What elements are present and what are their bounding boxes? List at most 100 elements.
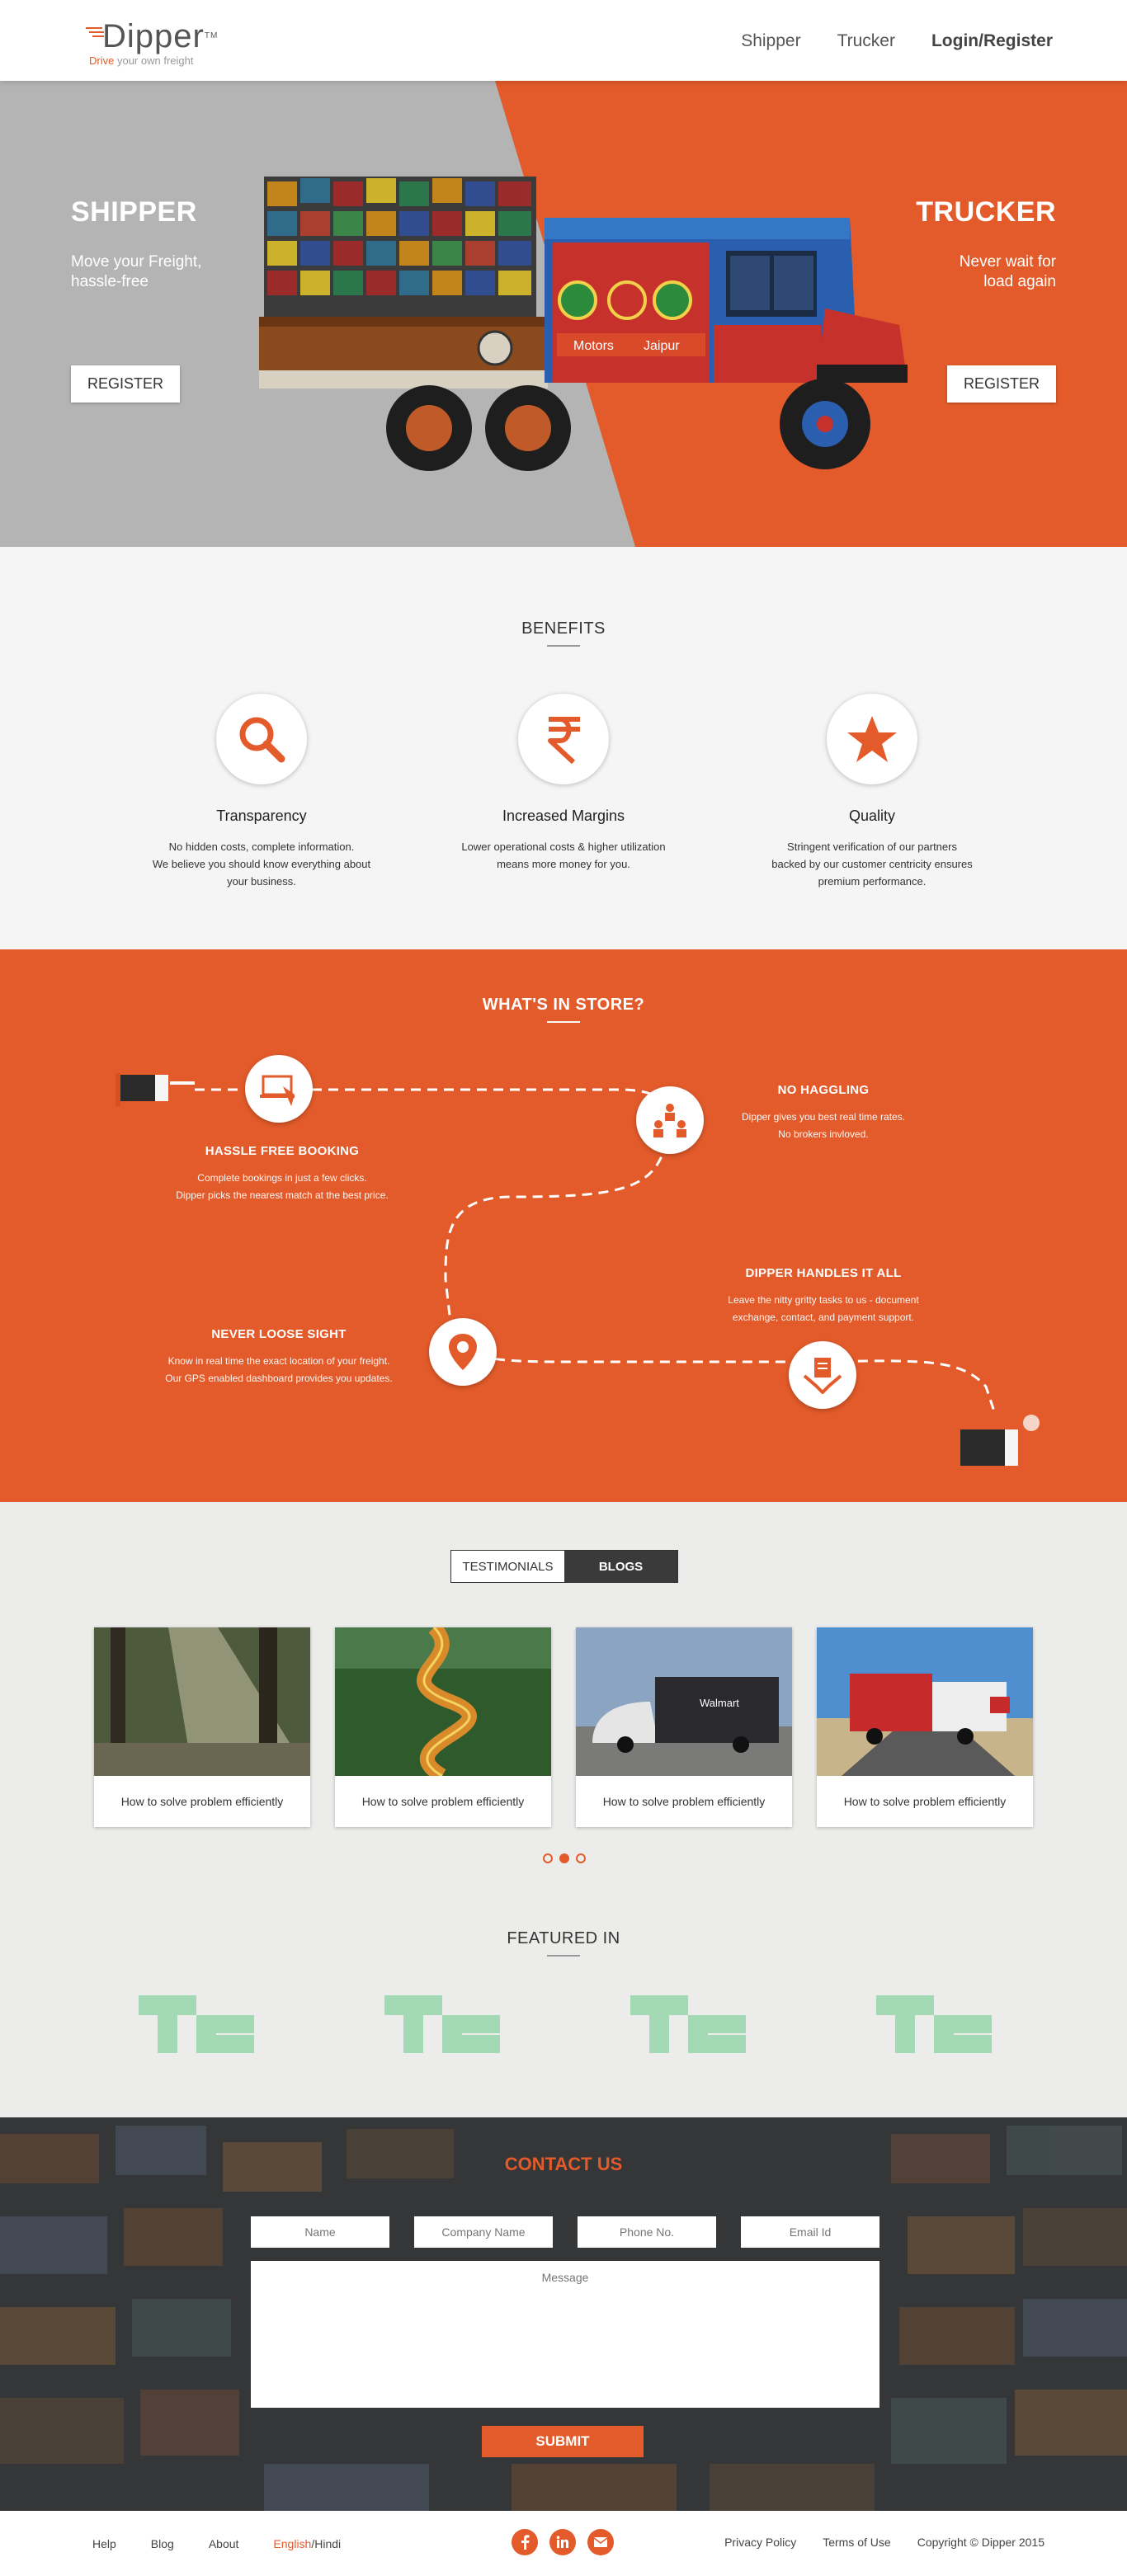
tab-testimonials[interactable]: TESTIMONIALS (451, 1551, 564, 1582)
benefits-section: BENEFITS Transparency No hidden costs, c… (0, 547, 1127, 949)
tagline-rest: your own freight (116, 54, 194, 67)
red-truck-highway-image (817, 1627, 1033, 1776)
feature-desc: Dipper gives you best real time rates. N… (683, 1109, 964, 1143)
site-header: DipperTM Drive your own freight Shipper … (0, 0, 1127, 81)
shipper-register-button[interactable]: REGISTER (71, 365, 181, 403)
phone-field[interactable] (578, 2216, 716, 2248)
featured-title-text: FEATURED IN (507, 1929, 620, 1947)
feature-desc-line: Dipper picks the nearest match at the be… (176, 1189, 389, 1201)
feature-hassle-free-booking: HASSLE FREE BOOKING Complete bookings in… (142, 1144, 422, 1204)
social-links (512, 2529, 614, 2555)
linkedin-icon[interactable] (549, 2529, 576, 2555)
language-english[interactable]: English (273, 2537, 311, 2550)
trucker-subtitle-line2: load again (983, 273, 1056, 290)
message-field[interactable] (251, 2261, 879, 2408)
facebook-icon[interactable] (512, 2529, 538, 2555)
truck-motors-text: Motors (573, 339, 614, 353)
whats-in-store-section: WHAT'S IN STORE? HASSLE FREE BOOKING Com… (0, 949, 1127, 1502)
footer-link-help[interactable]: Help (92, 2537, 116, 2550)
techcrunch-logo[interactable] (139, 1995, 254, 2053)
carousel-dot[interactable] (576, 1853, 586, 1863)
blog-tabs: TESTIMONIALS BLOGS (450, 1550, 678, 1583)
star-icon (827, 694, 917, 784)
carousel-dots (543, 1853, 586, 1863)
route-path-graphic (116, 1073, 1040, 1466)
truck-cab: Motors Jaipur (545, 218, 908, 383)
blog-card-caption: How to solve problem efficiently (602, 1795, 766, 1808)
language-hindi[interactable]: Hindi (314, 2537, 341, 2550)
name-field[interactable] (251, 2216, 389, 2248)
contact-fields (251, 2216, 879, 2248)
benefit-desc-line: premium performance. (818, 875, 927, 888)
shipper-subtitle-line1: Move your Freight, (71, 253, 202, 271)
trucker-register-button[interactable]: REGISTER (946, 365, 1056, 403)
small-truck-right-icon (960, 1415, 1040, 1466)
benefit-desc-line: means more money for you. (497, 858, 630, 870)
trucker-subtitle-line1: Never wait for (959, 253, 1056, 271)
shipper-subtitle-line2: hassle-free (71, 273, 149, 290)
blogs-featured-section: TESTIMONIALS BLOGS How to solve problem … (0, 1502, 1127, 2117)
techcrunch-logo[interactable] (876, 1995, 992, 2053)
logo-speed-lines-icon (86, 27, 104, 37)
feature-desc: Leave the nitty gritty tasks to us - doc… (683, 1292, 964, 1326)
tab-blogs[interactable]: BLOGS (564, 1551, 677, 1582)
contact-title: CONTACT US (504, 2154, 623, 2174)
benefit-desc: Stringent verification of our partners b… (740, 838, 1004, 890)
blog-card-caption: How to solve problem efficiently (361, 1795, 525, 1808)
forest-sunbeams-image (94, 1627, 310, 1776)
truck-jaipur-text: Jaipur (644, 339, 680, 353)
benefit-quality: Quality Stringent verification of our pa… (740, 694, 1004, 890)
mail-icon[interactable] (587, 2529, 614, 2555)
benefit-desc: Lower operational costs & higher utiliza… (431, 838, 696, 873)
feature-title: HASSLE FREE BOOKING (205, 1144, 360, 1158)
blog-card[interactable]: How to solve problem efficiently (335, 1627, 551, 1827)
blog-card[interactable]: How to solve problem efficiently (817, 1627, 1033, 1827)
nav-shipper[interactable]: Shipper (741, 31, 800, 51)
benefit-name: Quality (848, 808, 896, 824)
techcrunch-logo[interactable] (384, 1995, 500, 2053)
feature-title: NEVER LOOSE SIGHT (211, 1327, 347, 1341)
submit-button[interactable]: SUBMIT (482, 2426, 644, 2457)
copyright-text: Copyright © Dipper 2015 (917, 2536, 1044, 2549)
trucker-title: TRUCKER (916, 196, 1056, 228)
feature-desc-line: Know in real time the exact location of … (167, 1355, 390, 1367)
main-nav: Shipper Trucker Login/Register (741, 31, 1053, 51)
techcrunch-logo[interactable] (630, 1995, 746, 2053)
blog-card-caption: How to solve problem efficiently (843, 1795, 1007, 1808)
benefit-margins: Increased Margins Lower operational cost… (431, 694, 696, 873)
small-truck-left-icon (116, 1073, 195, 1106)
language-switcher: English/Hindi (273, 2537, 341, 2550)
feature-never-loose-sight: NEVER LOOSE SIGHT Know in real time the … (139, 1327, 419, 1387)
benefits-title: BENEFITS (0, 619, 1127, 647)
shipper-title: SHIPPER (71, 196, 197, 228)
logo[interactable]: DipperTM Drive your own freight (86, 18, 218, 67)
footer-link-privacy[interactable]: Privacy Policy (724, 2536, 796, 2549)
footer-link-terms[interactable]: Terms of Use (823, 2536, 890, 2549)
benefit-desc-line: No hidden costs, complete information. (168, 841, 355, 853)
carousel-dot-active[interactable] (559, 1853, 569, 1863)
carousel-dot[interactable] (543, 1853, 553, 1863)
benefits-title-text: BENEFITS (521, 619, 606, 638)
footer-link-about[interactable]: About (209, 2537, 239, 2550)
feature-desc-line: Our GPS enabled dashboard provides you u… (165, 1373, 393, 1384)
benefit-desc: No hidden costs, complete information. W… (130, 838, 394, 890)
email-field[interactable] (741, 2216, 879, 2248)
shipper-subtitle: Move your Freight, hassle-free (71, 252, 201, 292)
nav-trucker[interactable]: Trucker (837, 31, 895, 51)
decorated-truck-image: Motors Jaipur (259, 177, 908, 471)
search-icon (216, 694, 307, 784)
logo-text: Dipper (102, 18, 205, 54)
featured-title: FEATURED IN (0, 1929, 1127, 1957)
blog-card[interactable]: Walmart How to solve problem efficiently (576, 1627, 792, 1827)
footer-link-blog[interactable]: Blog (151, 2537, 174, 2550)
feature-no-haggling: NO HAGGLING Dipper gives you best real t… (683, 1083, 964, 1143)
company-name-field[interactable] (414, 2216, 553, 2248)
blog-card[interactable]: How to solve problem efficiently (94, 1627, 310, 1827)
contact-section: CONTACT US SUBMIT (0, 2117, 1127, 2511)
feature-desc-line: Leave the nitty gritty tasks to us - doc… (728, 1294, 919, 1306)
title-underline (547, 645, 580, 647)
feature-desc-line: exchange, contact, and payment support. (732, 1312, 915, 1323)
benefit-desc-line: Stringent verification of our partners (787, 841, 957, 853)
nav-login-register[interactable]: Login/Register (931, 31, 1053, 51)
feature-dipper-handles-it-all: DIPPER HANDLES IT ALL Leave the nitty gr… (683, 1266, 964, 1326)
